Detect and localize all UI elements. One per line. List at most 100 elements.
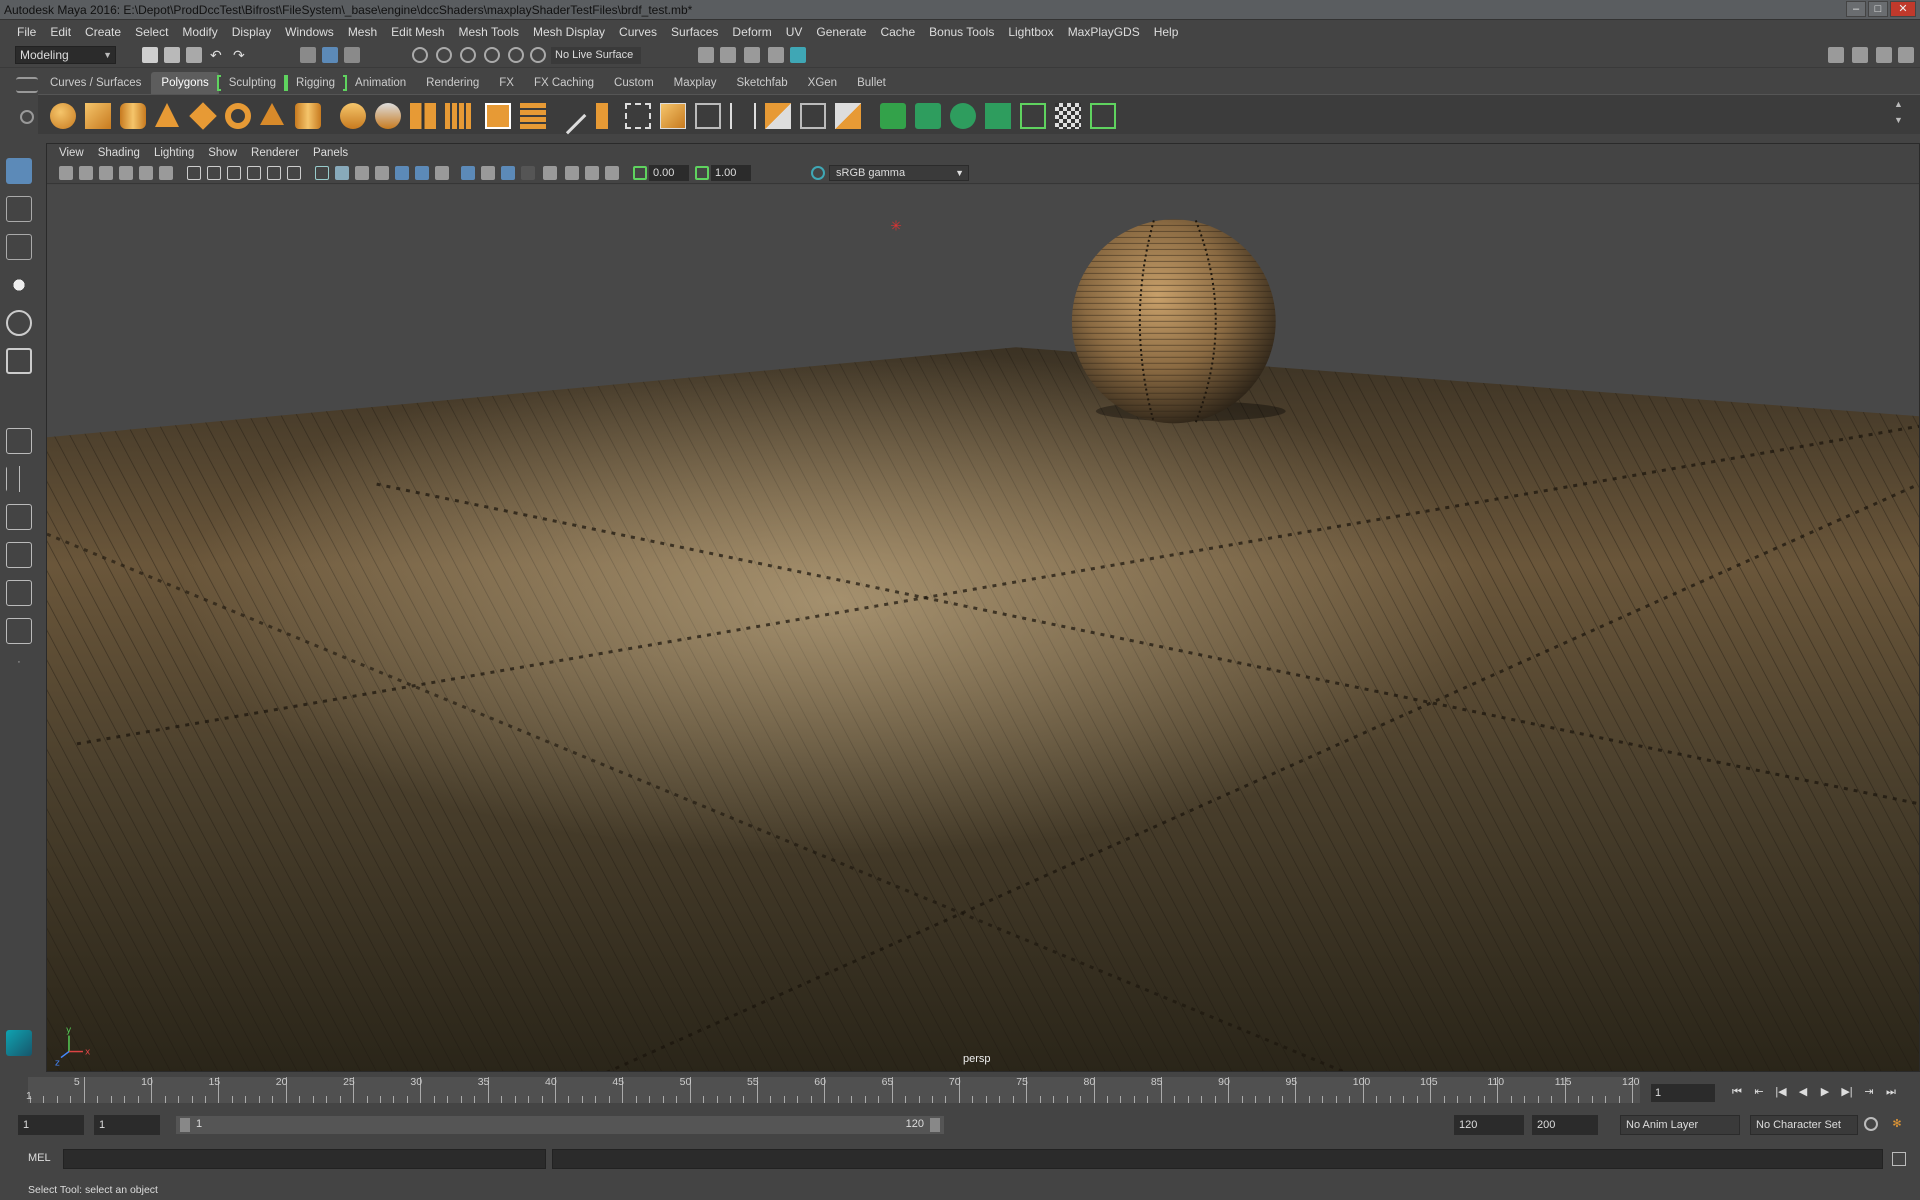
menu-file[interactable]: File — [10, 21, 43, 43]
resolution-gate-icon[interactable] — [227, 166, 241, 180]
tab-polygons[interactable]: Polygons — [151, 72, 219, 94]
grease-pencil-icon[interactable] — [159, 166, 173, 180]
render-frame-icon[interactable] — [720, 47, 736, 63]
camera-select-icon[interactable] — [59, 166, 73, 180]
snap-curve-icon[interactable] — [436, 47, 452, 63]
poly-sphere-icon[interactable] — [50, 103, 76, 129]
render-settings-icon[interactable] — [768, 47, 784, 63]
lasso-tool-icon[interactable] — [6, 196, 32, 222]
step-forward-frame-icon[interactable]: ▶| — [1840, 1085, 1854, 1099]
multi-cut-icon[interactable] — [549, 97, 587, 135]
smooth-shade-icon[interactable] — [335, 166, 349, 180]
play-forwards-icon[interactable]: ▶ — [1818, 1085, 1832, 1099]
open-scene-icon[interactable] — [164, 47, 180, 63]
viewport-menu-lighting[interactable]: Lighting — [147, 144, 201, 162]
depth-of-field-icon[interactable] — [605, 166, 619, 180]
bridge-icon[interactable] — [520, 103, 546, 129]
two-d-pan-icon[interactable] — [139, 166, 153, 180]
shadows-icon[interactable] — [415, 166, 429, 180]
menu-mesh[interactable]: Mesh — [341, 21, 384, 43]
scale-tool-icon[interactable] — [6, 348, 32, 374]
mirror-icon[interactable] — [695, 103, 721, 129]
merge-icon[interactable] — [800, 103, 826, 129]
hypershade-icon[interactable] — [790, 47, 806, 63]
target-weld-icon[interactable] — [765, 103, 791, 129]
menu-surfaces[interactable]: Surfaces — [664, 21, 725, 43]
menu-edit-mesh[interactable]: Edit Mesh — [384, 21, 451, 43]
tab-fx-caching[interactable]: FX Caching — [524, 72, 604, 94]
attribute-editor-icon[interactable] — [1852, 47, 1868, 63]
center-pivot-icon[interactable] — [730, 103, 756, 129]
menu-mesh-display[interactable]: Mesh Display — [526, 21, 612, 43]
rotate-tool-icon[interactable] — [6, 310, 32, 336]
menu-lightbox[interactable]: Lightbox — [1001, 21, 1060, 43]
grid-icon[interactable] — [187, 166, 201, 180]
uv-editor-icon[interactable] — [880, 103, 906, 129]
make-live-icon[interactable] — [530, 47, 546, 63]
poly-cylinder-icon[interactable] — [120, 103, 146, 129]
separate-icon[interactable] — [375, 103, 401, 129]
layout-options-icon[interactable]: · — [6, 656, 32, 682]
menu-modify[interactable]: Modify — [175, 21, 224, 43]
play-backwards-icon[interactable]: ◀ — [1796, 1085, 1810, 1099]
tab-sketchfab[interactable]: Sketchfab — [727, 72, 798, 94]
image-plane-icon[interactable] — [119, 166, 133, 180]
persp-hypershade-layout-icon[interactable] — [6, 580, 32, 606]
menu-help[interactable]: Help — [1147, 21, 1186, 43]
quad-draw-icon[interactable] — [835, 103, 861, 129]
bookmark-icon[interactable] — [99, 166, 113, 180]
render-view-icon[interactable] — [698, 47, 714, 63]
gamma-field[interactable]: 1.00 — [711, 165, 751, 181]
range-slider-end-handle[interactable] — [930, 1118, 940, 1132]
gate-mask-icon[interactable] — [247, 166, 261, 180]
menu-maxplaygds[interactable]: MaxPlayGDS — [1061, 21, 1147, 43]
auto-key-icon[interactable] — [1864, 1117, 1878, 1131]
maximize-button[interactable]: □ — [1868, 1, 1888, 17]
viewport-menu-renderer[interactable]: Renderer — [244, 144, 306, 162]
four-view-layout-icon[interactable] — [6, 466, 32, 492]
go-to-end-icon[interactable]: ⏭ — [1884, 1085, 1898, 1099]
perspective-viewport[interactable]: View Shading Lighting Show Renderer Pane… — [46, 143, 1920, 1072]
animation-end-field[interactable]: 200 — [1532, 1115, 1598, 1135]
menu-bonus-tools[interactable]: Bonus Tools — [922, 21, 1001, 43]
tab-rigging[interactable]: Rigging — [284, 72, 348, 94]
poly-cube-icon[interactable] — [85, 103, 111, 129]
undo-icon[interactable]: ↶ — [210, 47, 226, 63]
fill-hole-icon[interactable] — [660, 103, 686, 129]
animation-preferences-icon[interactable]: ✻ — [1890, 1117, 1904, 1131]
poly-cone-icon[interactable] — [155, 103, 179, 127]
step-back-key-icon[interactable]: ⇤ — [1752, 1085, 1766, 1099]
wireframe-on-shaded-icon[interactable] — [355, 166, 369, 180]
select-components-icon[interactable] — [344, 47, 360, 63]
menu-select[interactable]: Select — [128, 21, 175, 43]
shelf-menu-icon[interactable] — [16, 77, 38, 93]
persp-graph-layout-icon[interactable] — [6, 542, 32, 568]
menu-windows[interactable]: Windows — [278, 21, 341, 43]
step-forward-key-icon[interactable]: ⇥ — [1862, 1085, 1876, 1099]
script-language-label[interactable]: MEL — [28, 1152, 51, 1164]
smooth-icon[interactable] — [445, 103, 471, 129]
tab-bullet[interactable]: Bullet — [847, 72, 896, 94]
view-transform-select[interactable]: sRGB gamma ▼ — [829, 165, 969, 181]
character-set-select[interactable]: No Character Set — [1750, 1115, 1858, 1135]
bevel-icon[interactable] — [596, 103, 608, 129]
film-gate-icon[interactable] — [207, 166, 221, 180]
motion-blur-icon[interactable] — [565, 166, 579, 180]
menu-curves[interactable]: Curves — [612, 21, 664, 43]
script-editor-icon[interactable] — [1892, 1152, 1906, 1166]
tab-rendering[interactable]: Rendering — [416, 72, 489, 94]
viewport-menu-shading[interactable]: Shading — [91, 144, 147, 162]
time-slider-track[interactable] — [28, 1077, 1640, 1103]
menu-uv[interactable]: UV — [779, 21, 810, 43]
channel-box-icon[interactable] — [1898, 47, 1914, 63]
exposure-field[interactable]: 0.00 — [649, 165, 689, 181]
menu-display[interactable]: Display — [225, 21, 278, 43]
save-scene-icon[interactable] — [186, 47, 202, 63]
xray-joints-icon[interactable] — [501, 166, 515, 180]
outliner-persp-layout-icon[interactable] — [6, 618, 32, 644]
anim-layer-select[interactable]: No Anim Layer — [1620, 1115, 1740, 1135]
viewport-menu-show[interactable]: Show — [201, 144, 244, 162]
ipr-render-icon[interactable] — [744, 47, 760, 63]
menu-cache[interactable]: Cache — [873, 21, 922, 43]
close-button[interactable]: ✕ — [1890, 1, 1916, 17]
